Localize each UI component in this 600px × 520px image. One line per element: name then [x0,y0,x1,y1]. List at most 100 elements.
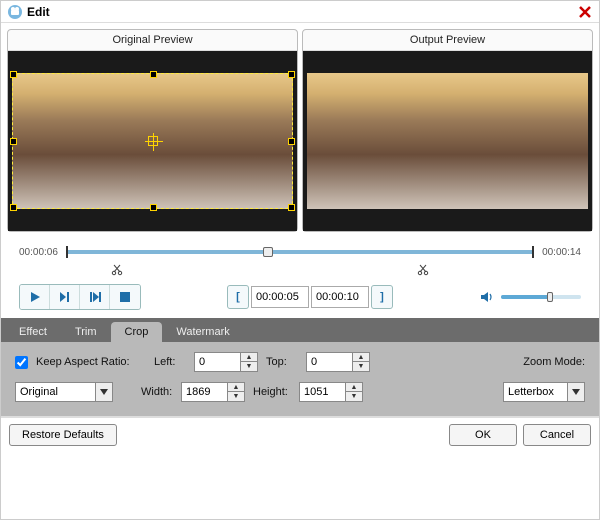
left-spin-down[interactable]: ▼ [241,362,257,371]
out-point-field[interactable]: 00:00:10 [311,286,369,308]
bracket-close-icon: ] [380,291,384,303]
track-range[interactable] [66,250,534,254]
height-input[interactable] [299,382,345,402]
scissor-icon [111,264,123,276]
width-input[interactable] [181,382,227,402]
tab-crop[interactable]: Crop [111,322,163,342]
height-spin-up[interactable]: ▲ [346,383,362,392]
step-button[interactable] [50,285,80,309]
crop-handle-mr[interactable] [288,138,295,145]
in-point-field[interactable]: 00:00:05 [251,286,309,308]
crop-handle-bm[interactable] [150,204,157,211]
crop-row-2: Width: ▲ ▼ Height: ▲ ▼ [15,382,585,402]
footer: Restore Defaults OK Cancel [1,416,599,452]
crop-handle-tm[interactable] [150,71,157,78]
width-label: Width: [141,386,177,398]
output-preview-panel: Output Preview [302,29,593,232]
cut-out-button[interactable] [415,262,431,278]
step-icon [58,290,72,304]
left-label: Left: [154,356,190,368]
scissor-icon [417,264,429,276]
cancel-button[interactable]: Cancel [523,424,591,446]
original-video-frame [12,73,293,209]
crop-row-1: Keep Aspect Ratio: Left: ▲ ▼ Top: ▲ ▼ [15,352,585,372]
top-spin-down[interactable]: ▼ [353,362,369,371]
crop-handle-tr[interactable] [288,71,295,78]
restore-defaults-button[interactable]: Restore Defaults [9,424,117,446]
volume-fill [501,295,549,299]
tab-watermark[interactable]: Watermark [162,322,243,342]
titlebar: Edit [1,1,599,23]
left-input[interactable] [194,352,240,372]
chevron-down-icon [100,389,108,395]
play-button[interactable] [20,285,50,309]
in-point-value: 00:00:05 [256,291,299,303]
crop-handle-bl[interactable] [10,204,17,211]
output-preview-body [303,51,592,231]
next-button[interactable] [80,285,110,309]
crop-handle-br[interactable] [288,204,295,211]
volume-slider[interactable] [501,295,581,299]
keep-aspect-checkbox[interactable] [15,356,28,369]
play-icon [28,290,42,304]
set-out-button[interactable]: ] [371,285,393,309]
crop-rectangle[interactable] [12,73,293,209]
preview-row: Original Preview Output Preview [1,23,599,238]
original-preview-body[interactable] [8,51,297,231]
track-in-handle[interactable] [66,246,68,258]
timeline-track[interactable] [66,244,534,260]
zoom-drop[interactable] [567,382,585,402]
top-spinner: ▲ ▼ [306,352,370,372]
output-video-frame [307,73,588,209]
crop-panel: Keep Aspect Ratio: Left: ▲ ▼ Top: ▲ ▼ [1,342,599,416]
close-button[interactable] [577,4,593,20]
width-spinner: ▲ ▼ [181,382,245,402]
crop-handle-tl[interactable] [10,71,17,78]
stop-icon [119,291,131,303]
left-spin-up[interactable]: ▲ [241,353,257,362]
playhead[interactable] [263,247,273,257]
volume-thumb[interactable] [547,292,553,302]
top-label: Top: [266,356,302,368]
tab-trim[interactable]: Trim [61,322,111,342]
tabs-row: Effect Trim Crop Watermark [1,318,599,342]
height-spin-down[interactable]: ▼ [346,392,362,401]
left-spinner: ▲ ▼ [194,352,258,372]
aspect-combo [15,382,113,402]
zoom-label: Zoom Mode: [523,356,585,368]
next-icon [88,290,102,304]
timeline-duration: 00:00:14 [542,247,581,258]
timeline: 00:00:06 00:00:14 [1,238,599,262]
window-title: Edit [27,5,577,19]
cut-in-button[interactable] [109,262,125,278]
playback-group [19,284,141,310]
trim-group: [ 00:00:05 00:00:10 ] [227,285,393,309]
zoom-combo [503,382,585,402]
aspect-drop[interactable] [95,382,113,402]
keep-aspect-label: Keep Aspect Ratio: [36,356,146,368]
top-spin-up[interactable]: ▲ [353,353,369,362]
set-in-button[interactable]: [ [227,285,249,309]
track-out-handle[interactable] [532,246,534,258]
timeline-position: 00:00:06 [19,247,58,258]
original-preview-panel: Original Preview [7,29,298,232]
output-preview-label: Output Preview [303,30,592,51]
width-spin-up[interactable]: ▲ [228,383,244,392]
crop-center-cross[interactable] [148,136,158,146]
tab-effect[interactable]: Effect [5,322,61,342]
chevron-down-icon [572,389,580,395]
top-input[interactable] [306,352,352,372]
aspect-input[interactable] [15,382,95,402]
crop-handle-ml[interactable] [10,138,17,145]
scissors-row [1,262,599,278]
width-spin-down[interactable]: ▼ [228,392,244,401]
volume-icon[interactable] [479,289,495,305]
ok-button[interactable]: OK [449,424,517,446]
height-spinner: ▲ ▼ [299,382,363,402]
stop-button[interactable] [110,285,140,309]
zoom-input[interactable] [503,382,567,402]
close-icon [578,5,592,19]
volume-control [479,289,581,305]
app-icon [7,4,23,20]
bracket-open-icon: [ [236,291,240,303]
